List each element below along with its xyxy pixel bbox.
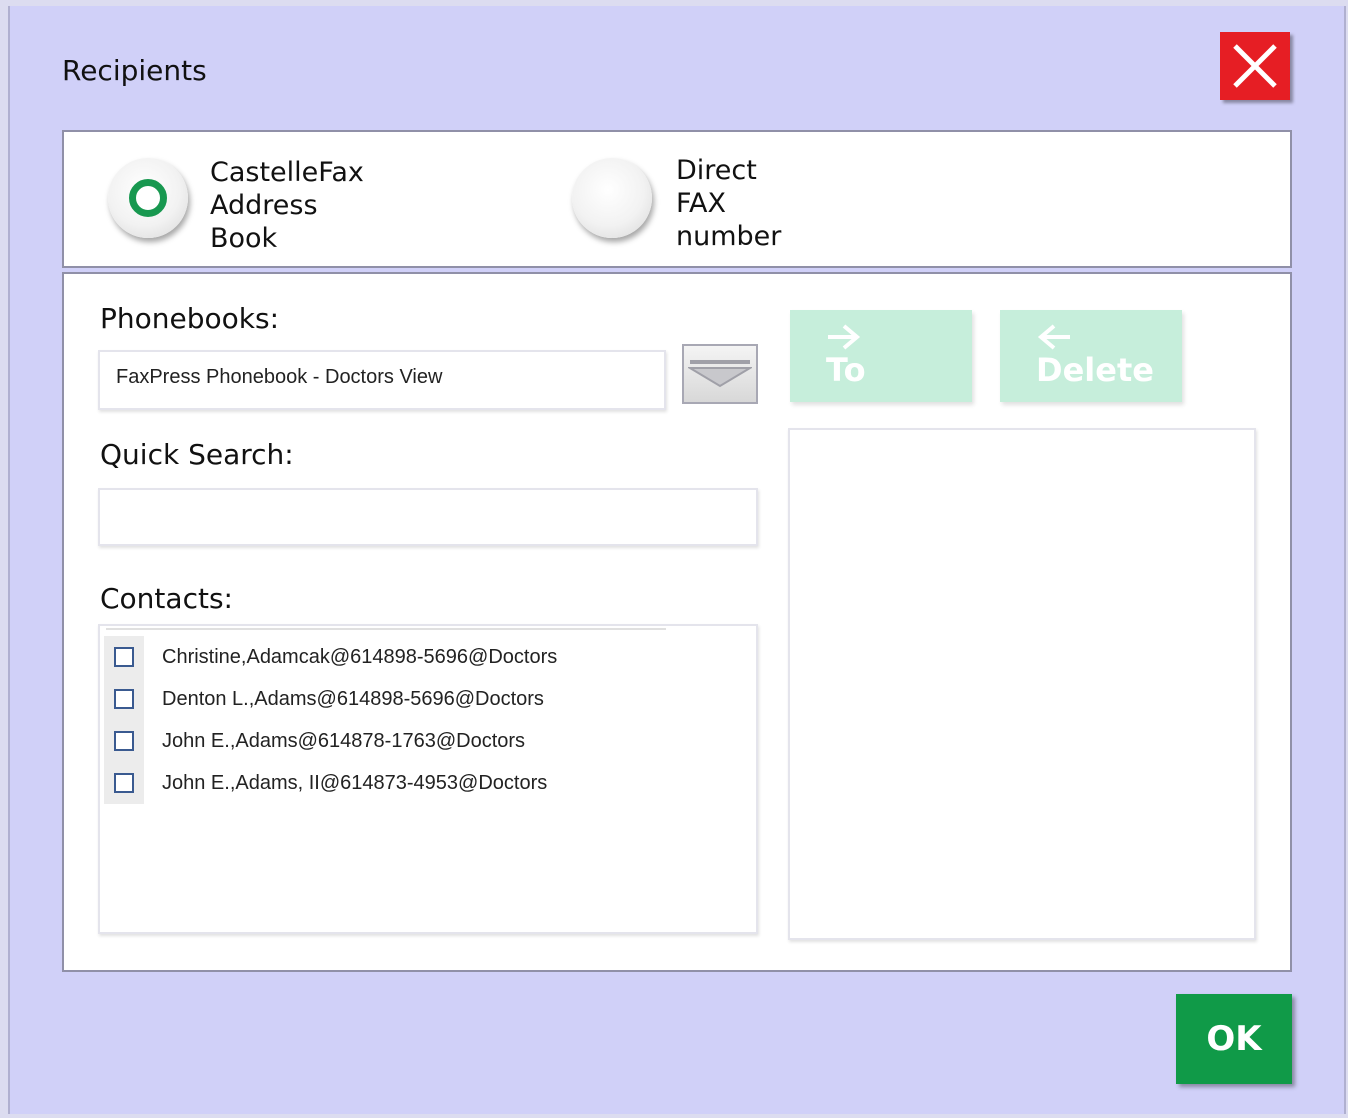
- delete-label: Delete: [1036, 351, 1154, 389]
- close-x-icon: [1233, 44, 1277, 88]
- dialog-title: Recipients: [62, 54, 207, 87]
- checkbox-cell: [104, 762, 144, 804]
- radio-address-book-label[interactable]: CastelleFax Address Book: [210, 156, 364, 255]
- checkbox-cell: [104, 720, 144, 762]
- contact-checkbox[interactable]: [114, 647, 134, 667]
- contact-text: John E.,Adams, II@614873-4953@Doctors: [162, 771, 548, 794]
- recipients-main-panel: Phonebooks: FaxPress Phonebook - Doctors…: [62, 272, 1292, 972]
- contacts-label: Contacts:: [100, 582, 233, 615]
- contacts-list[interactable]: Christine,Adamcak@614898-5696@Doctors De…: [98, 624, 758, 934]
- phonebook-dropdown-button[interactable]: [682, 344, 758, 404]
- radio-address-book[interactable]: [108, 158, 188, 238]
- phonebook-select-value: FaxPress Phonebook - Doctors View: [116, 366, 443, 388]
- contact-text: Denton L.,Adams@614898-5696@Doctors: [162, 687, 544, 710]
- radio-direct-fax-label[interactable]: Direct FAX number: [676, 154, 781, 253]
- source-selector-panel: CastelleFax Address Book Direct FAX numb…: [62, 130, 1292, 268]
- contact-text: Christine,Adamcak@614898-5696@Doctors: [162, 645, 558, 668]
- quick-search-label: Quick Search:: [100, 438, 294, 471]
- chevron-down-icon: [688, 360, 752, 388]
- delete-button[interactable]: Delete: [1000, 310, 1182, 402]
- recipients-dialog: Recipients CastelleFax Address Book Dire…: [8, 6, 1346, 1114]
- quick-search-input[interactable]: [98, 488, 758, 546]
- contact-row[interactable]: John E.,Adams, II@614873-4953@Doctors: [104, 762, 664, 804]
- phonebooks-label: Phonebooks:: [100, 302, 280, 335]
- radio-selected-indicator: [129, 179, 167, 217]
- ok-button[interactable]: OK: [1176, 994, 1292, 1084]
- list-divider: [106, 628, 666, 630]
- contact-text: John E.,Adams@614878-1763@Doctors: [162, 729, 526, 752]
- contact-row[interactable]: Christine,Adamcak@614898-5696@Doctors: [104, 636, 664, 678]
- checkbox-cell: [104, 636, 144, 678]
- phonebook-select[interactable]: FaxPress Phonebook - Doctors View: [98, 350, 666, 410]
- contact-checkbox[interactable]: [114, 689, 134, 709]
- contact-row[interactable]: John E.,Adams@614878-1763@Doctors: [104, 720, 664, 762]
- selected-recipients-list[interactable]: [788, 428, 1256, 940]
- arrow-right-icon: [828, 324, 861, 350]
- close-button[interactable]: [1220, 32, 1290, 100]
- contact-checkbox[interactable]: [114, 731, 134, 751]
- contact-checkbox[interactable]: [114, 773, 134, 793]
- checkbox-cell: [104, 678, 144, 720]
- add-to-label: To: [826, 351, 866, 389]
- radio-direct-fax[interactable]: [572, 158, 652, 238]
- arrow-left-icon: [1037, 324, 1070, 350]
- add-to-button[interactable]: To: [790, 310, 972, 402]
- contact-row[interactable]: Denton L.,Adams@614898-5696@Doctors: [104, 678, 664, 720]
